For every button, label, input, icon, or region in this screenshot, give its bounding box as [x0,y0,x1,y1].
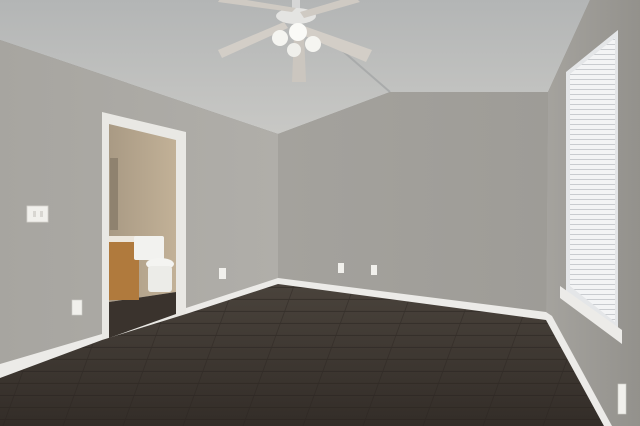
window-blinds [570,38,615,322]
bedroom-photo [0,0,640,426]
fan-blade-5 [292,34,306,82]
light-switch-toggle-1 [33,211,36,217]
doorway [102,112,186,340]
outlet-right [617,383,627,415]
outlet-left [71,299,83,316]
outlet-back-1 [338,263,344,273]
fan-light-1 [272,30,288,46]
outlet-left-inner [219,268,226,279]
outlet-back-2 [371,265,377,275]
light-switch-plate [26,205,49,223]
bathroom-mirror [110,158,118,230]
light-switch-toggle-2 [40,211,43,217]
fan-light-3 [305,36,321,52]
window [560,30,622,344]
fan-light-2 [289,23,307,41]
fan-light-4 [287,43,301,57]
